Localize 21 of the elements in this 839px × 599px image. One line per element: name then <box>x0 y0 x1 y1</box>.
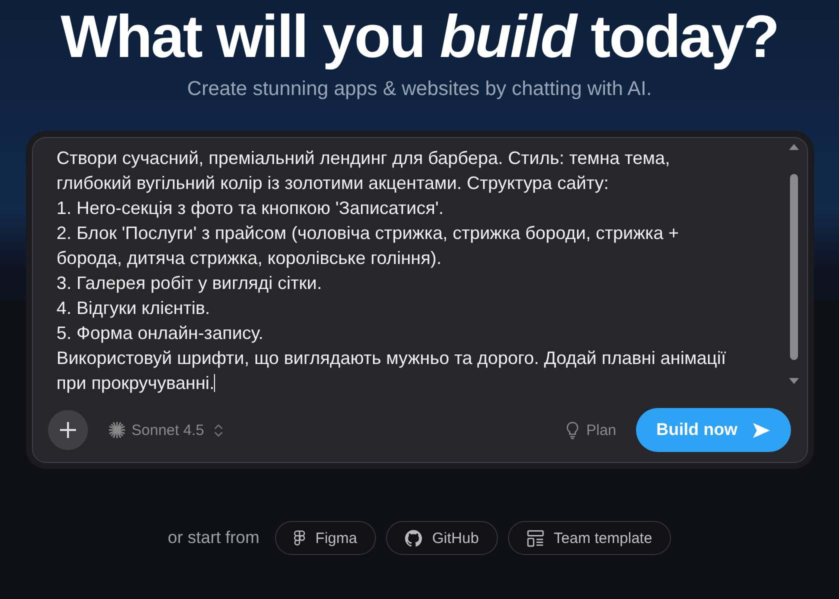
page-title: What will you build today? <box>60 4 778 70</box>
figma-icon <box>294 530 306 546</box>
template-icon <box>526 530 544 546</box>
send-icon <box>752 422 770 438</box>
template-button[interactable]: Team template <box>508 521 672 555</box>
lightbulb-icon <box>565 420 580 440</box>
sparkle-icon <box>108 421 126 439</box>
plan-button[interactable]: Plan <box>565 420 616 440</box>
github-icon <box>405 530 422 546</box>
prompt-field[interactable]: Створи сучасний, преміальний лендинг для барбера. Стиль: темна тема, глибокий вугільний колір із золотими акцентами. Структура сайту: 1. Hero-секція з фото та кнопкою 'Записатися'. 2. Блок 'Послуги' з прайсом (чоловіча стрижка, стрижка бороди, стрижка + борода, дитяча стрижка, королівське гоління). 3. Галерея робіт у вигляді сітки. 4. Відгуки клієнтів. 5. Форма онлайн-запису. Використовуй шрифти, що виглядають мужньо та дорого. Додай плавні анімації при прокручуванні. <box>32 144 786 396</box>
updown-chevron-icon <box>214 424 224 436</box>
add-button[interactable] <box>48 410 88 450</box>
github-button[interactable]: GitHub <box>386 521 498 555</box>
scrollbar[interactable] <box>786 144 800 384</box>
page-subtitle: Create stunning apps & websites by chatting with AI. <box>187 78 652 101</box>
plus-icon <box>58 420 78 440</box>
start-from-label: or start from <box>168 528 260 548</box>
model-selector[interactable]: Sonnet 4.5 <box>108 421 224 439</box>
scroll-down-icon[interactable] <box>788 378 798 384</box>
scroll-up-icon[interactable] <box>788 144 798 150</box>
figma-button[interactable]: Figma <box>275 521 376 555</box>
